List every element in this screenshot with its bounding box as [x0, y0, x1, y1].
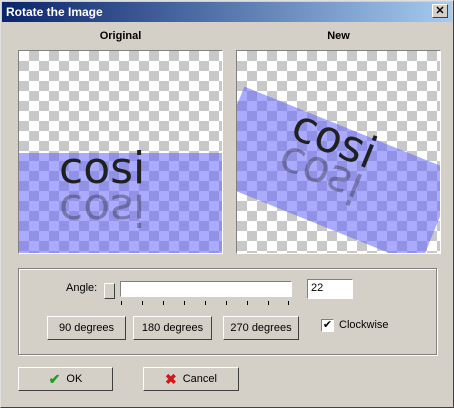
new-image: cosi cosi	[237, 86, 440, 253]
new-preview: cosi cosi	[236, 50, 441, 254]
clockwise-checkbox[interactable]: ✔	[321, 319, 334, 332]
check-icon: ✔	[322, 319, 333, 331]
rotate-270-button[interactable]: 270 degrees	[223, 316, 299, 340]
angle-label: Angle:	[66, 282, 98, 294]
new-label: New	[327, 30, 350, 42]
rotate-90-button[interactable]: 90 degrees	[47, 316, 126, 340]
title-bar[interactable]: Rotate the Image ✕	[2, 2, 452, 22]
cancel-label: Cancel	[182, 373, 217, 385]
original-preview: cosi cosi	[18, 50, 223, 254]
angle-input[interactable]: 22	[307, 279, 353, 299]
window-title: Rotate the Image	[6, 5, 103, 19]
ok-button[interactable]: ✔ OK	[18, 367, 113, 391]
slider-ticks	[121, 301, 289, 307]
original-reflection-text: cosi	[59, 184, 145, 235]
clockwise-label: Clockwise	[339, 319, 389, 331]
original-label: Original	[99, 30, 142, 42]
angle-slider-thumb[interactable]	[104, 283, 115, 299]
ok-label: OK	[66, 373, 83, 385]
close-icon: ✕	[435, 4, 445, 17]
checkmark-icon: ✔	[48, 371, 61, 387]
angle-slider[interactable]	[120, 281, 292, 297]
close-button[interactable]: ✕	[432, 4, 448, 18]
cancel-x-icon: ✖	[165, 371, 177, 387]
cancel-button[interactable]: ✖ Cancel	[143, 367, 239, 391]
rotate-180-button[interactable]: 180 degrees	[133, 316, 212, 340]
original-image: cosi cosi	[19, 143, 222, 253]
